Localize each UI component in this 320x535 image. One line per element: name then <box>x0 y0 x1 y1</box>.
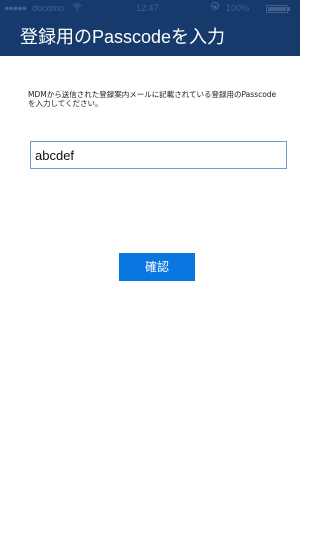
status-time: 12:47 <box>136 3 159 13</box>
passcode-input[interactable] <box>30 141 287 169</box>
orientation-lock-icon <box>210 0 220 16</box>
status-bar: ●●●●● docomo 12:47 100% <box>0 0 300 16</box>
navigation-header: ●●●●● docomo 12:47 100% 登録用のPasscodeを入力 <box>0 0 300 56</box>
wifi-icon <box>72 0 82 16</box>
battery-level <box>268 7 286 11</box>
signal-strength: ●●●●● <box>4 3 27 13</box>
page-title: 登録用のPasscodeを入力 <box>20 27 226 47</box>
passcode-entry-screen: ●●●●● docomo 12:47 100% 登録用のPasscodeを入力 … <box>0 0 300 535</box>
carrier-name: docomo <box>32 3 65 13</box>
instruction-text: MDMから送信された登録案内メールに記載されている登録用のPasscodeを入力… <box>28 90 277 108</box>
battery-percentage: 100% <box>226 3 250 13</box>
confirm-button[interactable]: 確認 <box>119 253 195 281</box>
battery-tip <box>288 7 290 11</box>
battery-icon <box>266 5 288 13</box>
